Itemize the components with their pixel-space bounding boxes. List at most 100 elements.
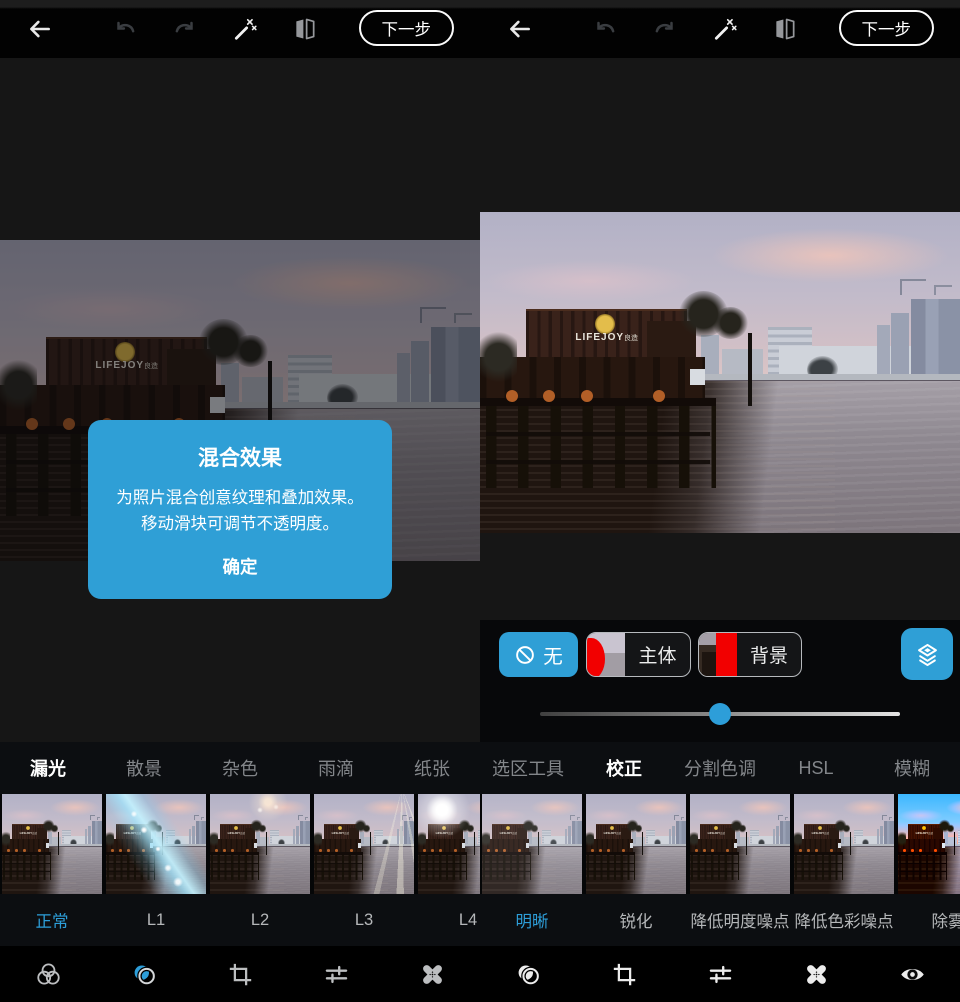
bush — [898, 830, 906, 847]
thumb-photo: LIFEJOY良造 — [2, 794, 102, 894]
tab-split-tone[interactable]: 分割色调 — [672, 742, 768, 794]
pier-brace — [3, 871, 50, 872]
selection-background-label: 背景 — [737, 633, 801, 676]
blend-icon[interactable] — [480, 946, 576, 1002]
tab-correction[interactable]: 校正 — [576, 742, 672, 794]
pier-structure: LIFEJOY良造 — [898, 818, 958, 880]
selection-subject-chip[interactable]: 主体 — [586, 632, 691, 677]
photo-cloud — [50, 799, 100, 816]
label-l2[interactable]: L2 — [200, 894, 320, 946]
photo-preview[interactable]: LIFEJOY良造 — [480, 212, 960, 533]
thumb-l2[interactable]: LIFEJOY良造 — [210, 794, 310, 894]
building — [877, 325, 890, 377]
undo-icon[interactable] — [112, 16, 138, 42]
crop-icon[interactable] — [576, 946, 672, 1002]
patch-icon[interactable] — [384, 946, 480, 1002]
tab-blur[interactable]: 模糊 — [864, 742, 960, 794]
life-ring — [622, 849, 625, 852]
sign-text: LIFEJOY良造 — [49, 360, 205, 371]
life-ring — [38, 849, 41, 852]
undo-icon[interactable] — [592, 16, 618, 42]
label-luminance-noise[interactable]: 降低明度噪点 — [680, 894, 800, 946]
pier-brace — [899, 871, 946, 872]
pier-structure: LIFEJOY良造 — [794, 818, 854, 880]
sign-badge — [115, 342, 135, 362]
thumb-normal[interactable]: LIFEJOY良造 — [2, 794, 102, 894]
thumb-dehaze[interactable]: LIFEJOY良造 — [898, 794, 960, 894]
thumb-l3[interactable]: LIFEJOY良造 — [314, 794, 414, 894]
effect-category-tabs: 漏光 散景 杂色 雨滴 纸张 — [0, 742, 480, 794]
opacity-slider[interactable] — [540, 703, 900, 725]
lamp-post — [746, 832, 747, 855]
dialog-ok-button[interactable]: 确定 — [213, 552, 268, 581]
light-leak-overlay — [210, 794, 310, 894]
pier-legs — [587, 855, 635, 880]
dialog-title: 混合效果 — [88, 442, 392, 472]
patch-icon[interactable] — [768, 946, 864, 1002]
next-step-button[interactable]: 下一步 — [839, 10, 935, 46]
pier-brace — [795, 863, 842, 864]
building — [397, 353, 410, 405]
bush — [586, 830, 594, 847]
label-dehaze[interactable]: 除雾 — [888, 894, 960, 946]
life-ring — [15, 849, 18, 852]
palm-tree — [947, 824, 954, 834]
tab-paper[interactable]: 纸张 — [384, 742, 480, 794]
effect-thumbnail-labels: 正常 L1 L2 L3 L4 — [0, 894, 480, 946]
back-button[interactable] — [507, 16, 533, 42]
lamp-post — [748, 333, 752, 407]
lit-sign — [690, 369, 704, 385]
life-ring — [695, 849, 698, 852]
tab-bokeh[interactable]: 散景 — [96, 742, 192, 794]
selection-none-chip[interactable]: 无 — [499, 632, 578, 677]
selection-background-chip[interactable]: 背景 — [698, 632, 802, 677]
compare-icon[interactable] — [292, 16, 318, 42]
label-l1[interactable]: L1 — [96, 894, 216, 946]
adjust-icon[interactable] — [288, 946, 384, 1002]
tab-hsl[interactable]: HSL — [768, 742, 864, 794]
pier-brace — [795, 871, 842, 872]
thumb-l1[interactable]: LIFEJOY良造 — [106, 794, 206, 894]
redo-icon[interactable] — [172, 16, 198, 42]
next-step-button[interactable]: 下一步 — [359, 10, 455, 46]
back-button[interactable] — [27, 16, 53, 42]
compare-icon[interactable] — [772, 16, 798, 42]
bush — [480, 329, 517, 385]
life-ring — [703, 849, 706, 852]
label-l3[interactable]: L3 — [304, 894, 424, 946]
tab-raindrops[interactable]: 雨滴 — [288, 742, 384, 794]
pier-legs — [899, 855, 947, 880]
magic-wand-icon[interactable] — [712, 16, 738, 42]
pier-legs — [486, 406, 716, 488]
life-ring — [903, 849, 906, 852]
thumb-luminance-noise[interactable]: LIFEJOY良造 — [690, 794, 790, 894]
building — [288, 355, 332, 406]
slider-thumb[interactable] — [709, 703, 731, 725]
label-sharpen[interactable]: 锐化 — [576, 894, 696, 946]
eye-icon[interactable] — [864, 946, 960, 1002]
palm-tree — [713, 307, 748, 339]
crop-icon[interactable] — [192, 946, 288, 1002]
crane — [934, 285, 952, 296]
magic-wand-icon[interactable] — [232, 16, 258, 42]
blend-icon[interactable] — [96, 946, 192, 1002]
tab-selection-tools[interactable]: 选区工具 — [480, 742, 576, 794]
thumb-color-noise[interactable]: LIFEJOY良造 — [794, 794, 894, 894]
thumb-sharpen[interactable]: LIFEJOY良造 — [586, 794, 686, 894]
life-ring — [653, 390, 665, 402]
redo-icon[interactable] — [652, 16, 678, 42]
thumb-l4[interactable]: LIFEJOY良造 — [418, 794, 480, 894]
pier-brace — [486, 432, 711, 436]
tab-grain[interactable]: 杂色 — [192, 742, 288, 794]
adjust-icon[interactable] — [672, 946, 768, 1002]
photo-cloud — [710, 228, 950, 283]
thumb-clarity[interactable]: LIFEJOY良造 — [482, 794, 582, 894]
label-l4[interactable]: L4 — [408, 894, 480, 946]
tab-light-leak[interactable]: 漏光 — [0, 742, 96, 794]
building — [411, 341, 429, 405]
layers-button[interactable] — [901, 628, 953, 680]
filters-icon[interactable] — [0, 946, 96, 1002]
label-color-noise[interactable]: 降低色彩噪点 — [784, 894, 904, 946]
life-ring — [919, 849, 922, 852]
life-ring — [599, 849, 602, 852]
